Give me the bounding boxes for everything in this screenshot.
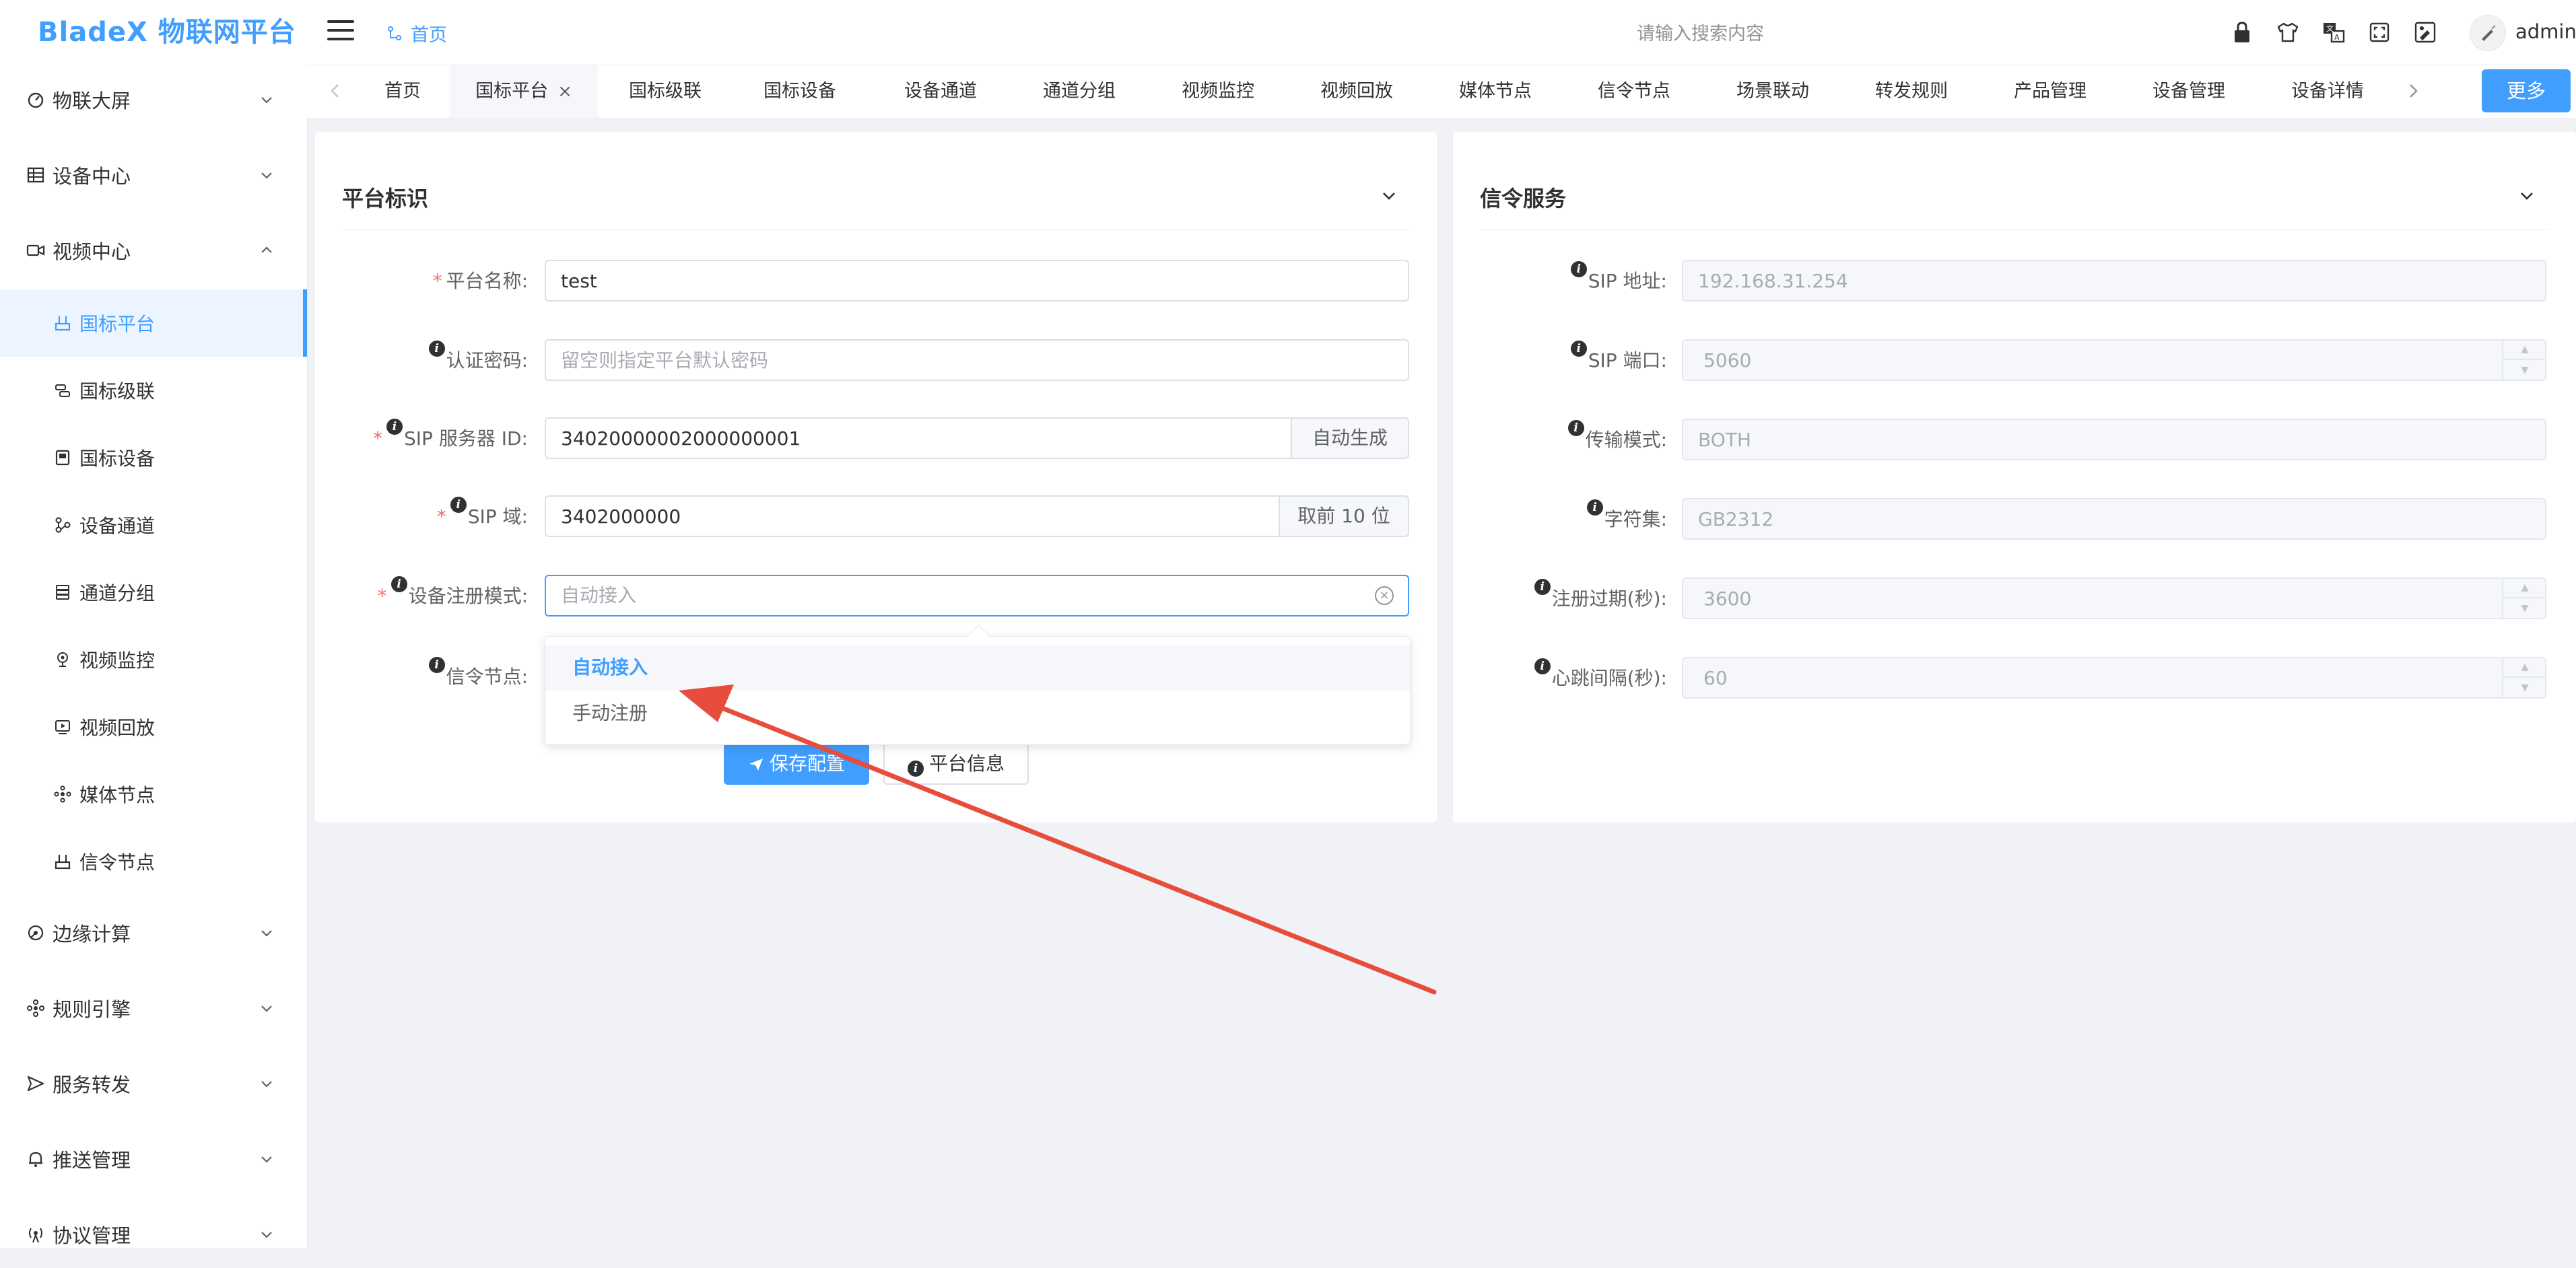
- annotation-arrow: [679, 684, 1437, 995]
